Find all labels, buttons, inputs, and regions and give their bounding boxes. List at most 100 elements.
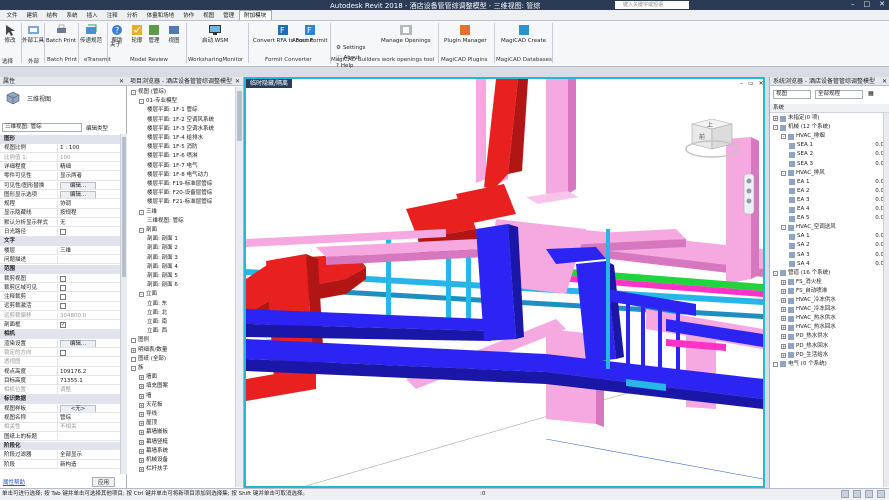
property-checkbox[interactable]	[58, 302, 120, 310]
browser-tree-item[interactable]: 剖面: 剖面 4	[147, 264, 178, 271]
browser-tree-item[interactable]: 三维视图: 管综	[147, 218, 184, 225]
ribbon-tab[interactable]: 体量和场地	[142, 11, 179, 19]
browser-tree-item[interactable]: - 三维	[139, 209, 157, 216]
close-icon[interactable]: ✕	[879, 0, 885, 8]
restore-icon[interactable]: ▭	[748, 80, 754, 87]
checkbox[interactable]	[60, 275, 66, 282]
checkbox[interactable]	[60, 294, 66, 301]
system-tree-item[interactable]: + HVAC_热水供水	[770, 314, 886, 323]
browser-tree-item[interactable]: 立面: 北	[147, 310, 167, 317]
checkbox[interactable]	[60, 303, 66, 310]
checkbox[interactable]	[60, 349, 66, 356]
temporary-hide-isolate-tab[interactable]: 临时隐藏/隔离	[246, 79, 293, 88]
property-value[interactable]: 71355.1	[58, 377, 120, 385]
property-value[interactable]: 100	[58, 154, 120, 162]
system-view-select[interactable]: 视图	[773, 90, 811, 99]
property-row[interactable]: 锁定的方向	[0, 348, 120, 358]
property-row[interactable]: 阶段 新构造	[0, 460, 120, 470]
system-tree-item[interactable]: SEA 1 0.0	[770, 141, 886, 150]
browser-tree-item[interactable]: 剖面: 剖面 6	[147, 282, 178, 289]
system-tree-item[interactable]: EA 3 0.0	[770, 196, 886, 205]
expand-icon[interactable]: +	[131, 347, 136, 353]
property-row[interactable]: 图形显示选项 编辑...	[0, 190, 120, 200]
property-value[interactable]	[58, 433, 120, 441]
property-checkbox[interactable]	[58, 228, 120, 236]
property-row[interactable]: 日光路径	[0, 228, 120, 237]
system-tree-item[interactable]: + PD_热水供水	[770, 332, 886, 341]
system-tree-item[interactable]: - 机械 (12 个系统)	[770, 123, 886, 132]
browser-tree-item[interactable]: 楼层平面: 1F-6 喷淋	[147, 153, 198, 160]
collapse-icon[interactable]: -	[131, 366, 136, 371]
apply-button[interactable]: 应用	[92, 477, 116, 487]
property-value[interactable]	[58, 256, 120, 264]
system-browser-scrollbar[interactable]	[883, 113, 889, 487]
property-checkbox[interactable]	[58, 284, 120, 292]
property-value[interactable]: 1 : 100	[58, 144, 120, 152]
scrollbar-thumb[interactable]	[237, 91, 242, 141]
property-value[interactable]	[58, 358, 120, 366]
system-tree-item[interactable]: - HVAC_排烟	[770, 132, 886, 141]
expand-icon[interactable]: +	[139, 384, 144, 390]
manage-button[interactable]: 管理	[147, 23, 161, 44]
close-icon[interactable]: ✕	[119, 77, 124, 86]
collapse-icon[interactable]: -	[773, 125, 778, 131]
plugin-manager-button[interactable]: Plugin Manager	[444, 23, 487, 44]
expand-icon[interactable]: +	[139, 375, 144, 381]
property-edit-button[interactable]: <无>	[58, 404, 120, 413]
expand-icon[interactable]: +	[781, 279, 786, 285]
discipline-filter-select[interactable]: 全部规程	[815, 90, 863, 99]
system-tree-item[interactable]: + HVAC_热水回水	[770, 323, 886, 332]
property-value[interactable]: 显示两者	[58, 172, 120, 180]
expand-icon[interactable]: +	[139, 467, 144, 473]
browser-tree-item[interactable]: 楼层平面: 1F-7 电气	[147, 163, 198, 170]
property-row[interactable]: 详细程度 精细	[0, 162, 120, 172]
maximize-icon[interactable]: □	[864, 0, 871, 8]
edit-type-button[interactable]: 编辑类型	[86, 124, 108, 132]
browser-tree-item[interactable]: + 导线	[139, 411, 157, 418]
browser-tree-item[interactable]: 图纸 (全部)	[131, 356, 166, 363]
property-value[interactable]: 协调	[58, 200, 120, 208]
expand-icon[interactable]: +	[139, 402, 144, 408]
system-tree-item[interactable]: EA 1 0.0	[770, 178, 886, 187]
property-row[interactable]: 裁剪视图	[0, 274, 120, 284]
property-value[interactable]: 304800.0	[58, 312, 120, 320]
system-tree-item[interactable]: EA 5 0.0	[770, 214, 886, 223]
property-row[interactable]: 视点高度 109176.2	[0, 367, 120, 377]
property-value[interactable]: 三维	[58, 247, 120, 255]
property-row[interactable]: 规程 协调	[0, 200, 120, 209]
ribbon-tab[interactable]: 插入	[82, 11, 102, 19]
property-value[interactable]: 109176.2	[58, 368, 120, 376]
property-row[interactable]: 显示隐藏线 按规程	[0, 209, 120, 218]
property-row[interactable]: 楼层 三维	[0, 246, 120, 256]
browser-tree-item[interactable]: -族	[131, 365, 144, 372]
system-tree-item[interactable]: SA 4 0.0	[770, 260, 886, 269]
external-tools-button[interactable]: 外部工具	[22, 23, 44, 44]
property-row[interactable]: 相机位置 调整	[0, 386, 120, 395]
property-row[interactable]: 注释裁剪	[0, 293, 120, 302]
browser-tree-item[interactable]: + 填充图案	[139, 383, 168, 390]
property-checkbox[interactable]	[58, 349, 120, 357]
system-tree-item[interactable]: + HVAC_冷冻回水	[770, 305, 886, 314]
property-value[interactable]: 新构造	[58, 461, 120, 469]
browser-tree-item[interactable]: + 幕墙竖梃	[139, 439, 168, 446]
transmit-button[interactable]: 传递规范	[80, 23, 102, 44]
3d-view-canvas[interactable]: 上 前	[244, 77, 765, 488]
magicad-create-button[interactable]: MagiCAD Create	[501, 23, 546, 44]
ribbon-tab[interactable]: 视图	[199, 11, 219, 19]
expand-icon[interactable]: +	[781, 334, 786, 340]
property-edit-button[interactable]: 编辑...	[58, 181, 120, 190]
property-row[interactable]: 默认分析显示样式无	[0, 218, 120, 228]
property-row[interactable]: 剖面框 ✓	[0, 321, 120, 330]
filter-icon[interactable]	[877, 490, 885, 498]
browser-tree-item[interactable]: + 墙	[139, 393, 152, 400]
minimize-icon[interactable]: –	[851, 0, 855, 8]
browser-tree-item[interactable]: 楼层平面: 1F-5 消防	[147, 144, 198, 151]
edit-button-label[interactable]: 编辑...	[60, 190, 96, 199]
node-icon[interactable]	[131, 338, 136, 344]
close-icon[interactable]: ✕	[882, 77, 887, 86]
property-row[interactable]: 裁剪区域可见	[0, 283, 120, 293]
system-tree-item[interactable]: EA 4 0.0	[770, 205, 886, 214]
edit-button-label[interactable]: <无>	[60, 404, 96, 413]
property-checkbox[interactable]	[58, 275, 120, 283]
ribbon-tab[interactable]: 结构	[42, 11, 62, 19]
